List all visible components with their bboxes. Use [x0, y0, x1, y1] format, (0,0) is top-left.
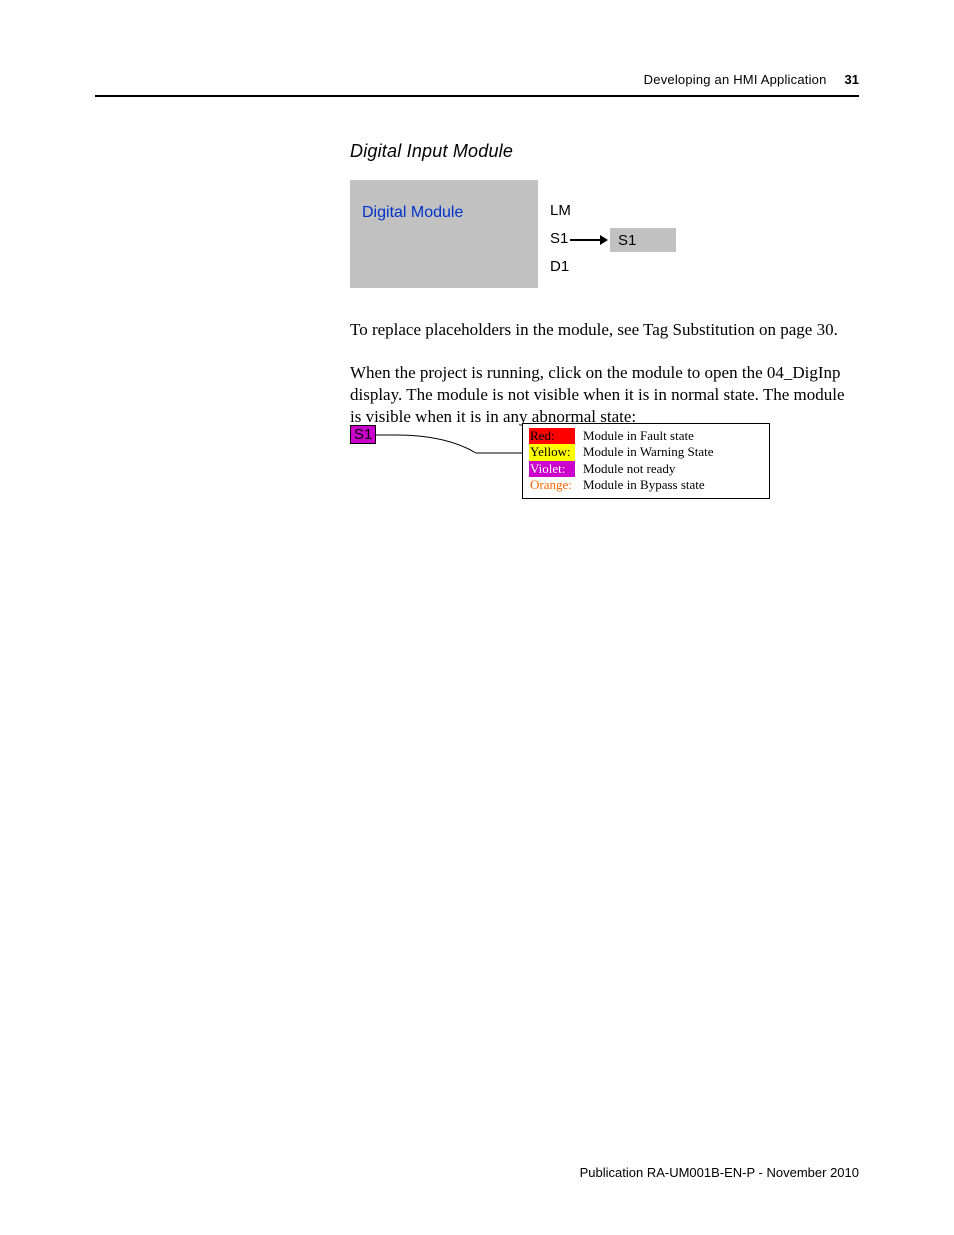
connector-line-icon	[376, 431, 522, 461]
header-page-number: 31	[845, 72, 859, 87]
footer-publication: Publication RA-UM001B-EN-P - November 20…	[580, 1165, 859, 1180]
digital-module-box: Digital Module	[350, 180, 538, 288]
legend-row-violet: Violet: Module not ready	[529, 461, 763, 477]
legend-tag-orange: Orange:	[529, 477, 575, 493]
s1-result-label: S1	[618, 232, 636, 249]
legend-row-red: Red: Module in Fault state	[529, 428, 763, 444]
label-lm: LM	[550, 202, 571, 219]
header-chapter-title: Developing an HMI Application	[644, 72, 827, 87]
legend-tag-red: Red:	[529, 428, 575, 444]
legend-tag-yellow: Yellow:	[529, 444, 575, 460]
section-heading: Digital Input Module	[350, 141, 513, 162]
legend-desc-violet: Module not ready	[583, 461, 763, 477]
s1-result-box: S1	[610, 228, 676, 252]
page-header: Developing an HMI Application 31	[95, 72, 859, 87]
paragraph-tag-substitution: To replace placeholders in the module, s…	[350, 319, 858, 341]
legend-row-orange: Orange: Module in Bypass state	[529, 477, 763, 493]
legend-desc-orange: Module in Bypass state	[583, 477, 763, 493]
label-s1: S1	[550, 230, 568, 247]
s1-state-badge: S1	[350, 425, 376, 444]
figure-state-legend: S1 Red: Module in Fault state Yellow: Mo…	[350, 423, 775, 505]
legend-tag-violet: Violet:	[529, 461, 575, 477]
label-d1: D1	[550, 258, 569, 275]
digital-module-label: Digital Module	[362, 204, 463, 222]
legend-desc-red: Module in Fault state	[583, 428, 763, 444]
header-divider	[95, 95, 859, 97]
figure-digital-module: Digital Module LM S1 D1 S1	[350, 180, 698, 298]
paragraph-runtime-behavior: When the project is running, click on th…	[350, 362, 858, 427]
page: Developing an HMI Application 31 Digital…	[0, 0, 954, 1235]
legend-row-yellow: Yellow: Module in Warning State	[529, 444, 763, 460]
arrow-right-icon	[570, 230, 608, 250]
legend-desc-yellow: Module in Warning State	[583, 444, 763, 460]
legend-box: Red: Module in Fault state Yellow: Modul…	[522, 423, 770, 499]
